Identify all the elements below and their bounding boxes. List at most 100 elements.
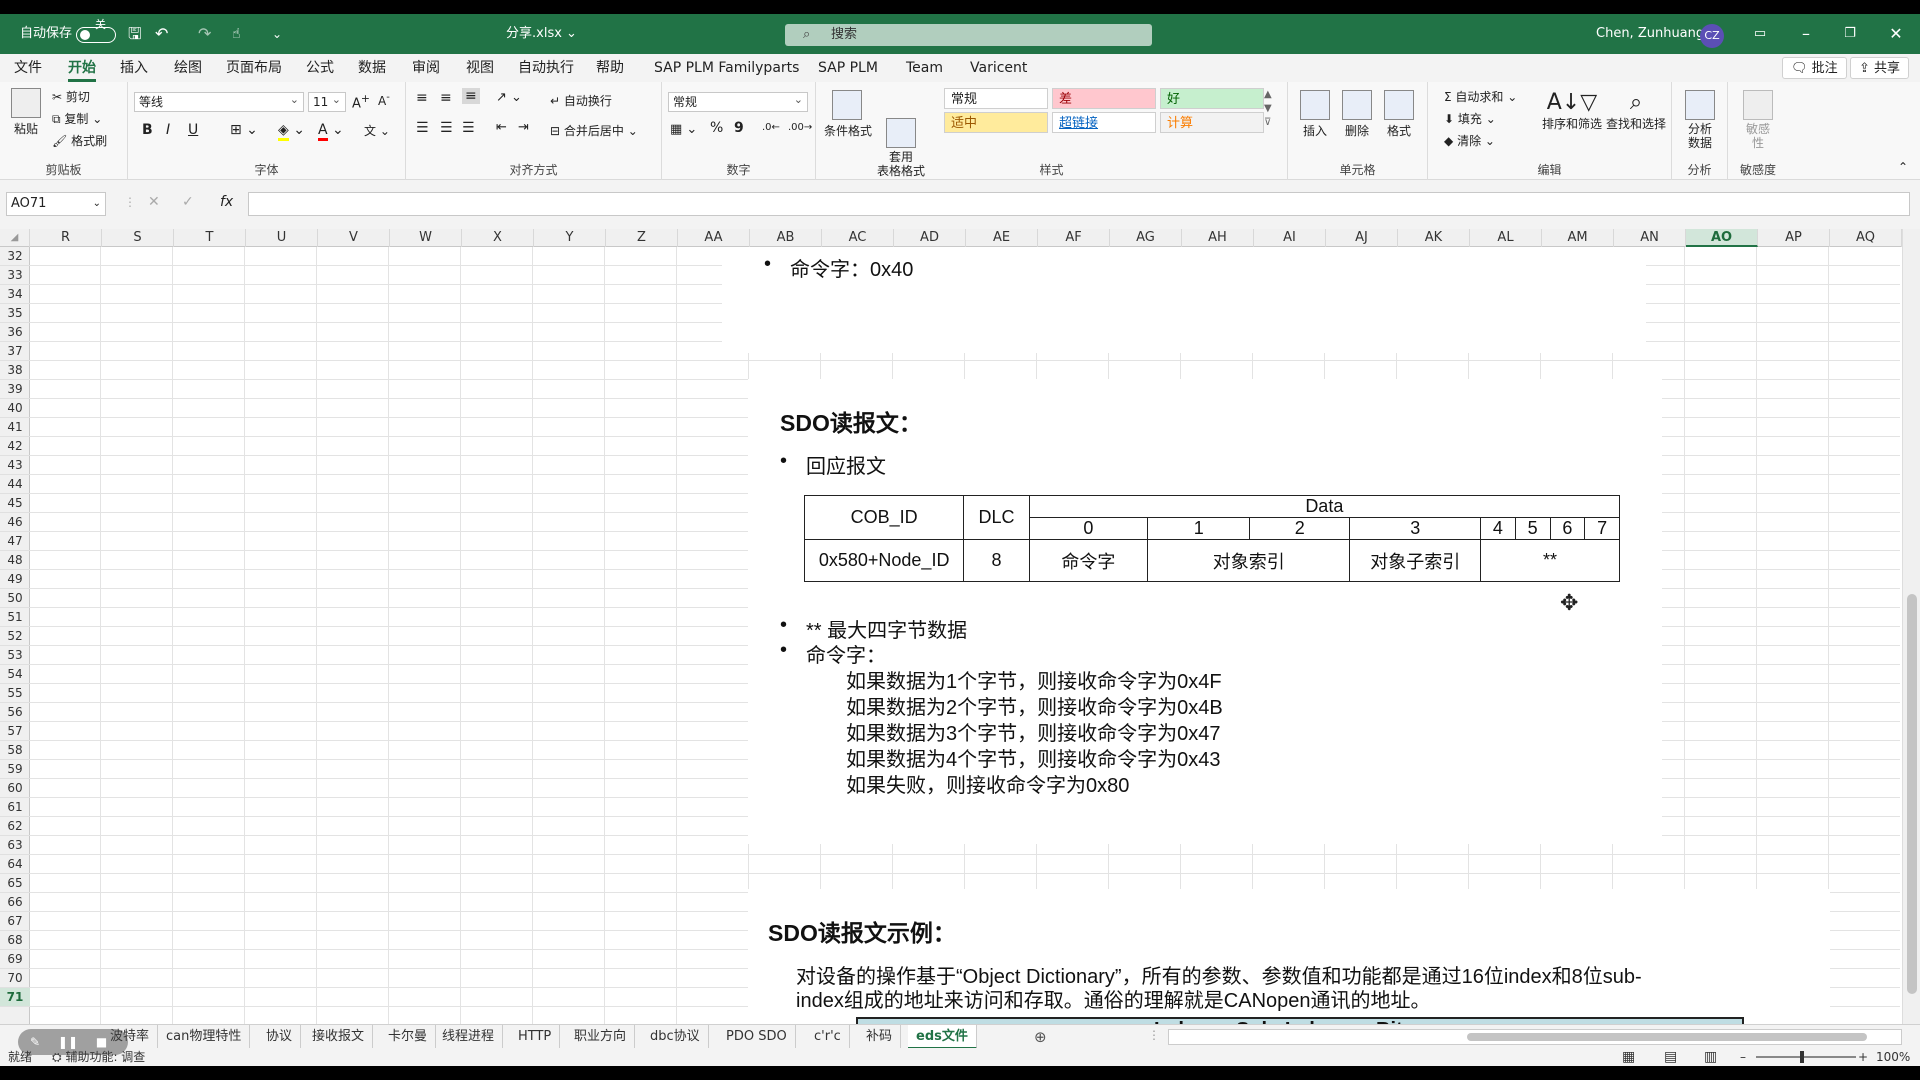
row-header[interactable]: 54 [0,665,30,684]
column-header[interactable]: S [102,229,174,247]
row-header[interactable]: 43 [0,456,30,475]
horizontal-scrollbar[interactable] [1168,1029,1902,1045]
italic-button[interactable]: I [166,122,170,138]
sheet-tab[interactable]: c'r'c [806,1025,850,1049]
tab-5[interactable]: 公式 [306,54,334,82]
row-header[interactable]: 58 [0,741,30,760]
page-break-view-icon[interactable]: ▥ [1704,1048,1717,1066]
tab-11[interactable]: SAP PLM Familyparts [654,54,799,82]
cell-style-0[interactable]: 常规 [944,88,1048,109]
row-header[interactable]: 59 [0,760,30,779]
orientation-icon[interactable]: ↗ ⌄ [496,90,522,105]
fill-button[interactable]: ⬇ 填充 ⌄ [1444,110,1496,127]
autosave-toggle[interactable]: 关 [76,18,116,43]
row-header[interactable]: 69 [0,950,30,969]
collapse-ribbon-icon[interactable]: ⌃ [1898,160,1908,174]
sheet-tab[interactable]: 线程进程 [434,1025,504,1049]
row-header[interactable]: 46 [0,513,30,532]
tab-8[interactable]: 视图 [466,54,494,82]
tab-10[interactable]: 帮助 [596,54,624,82]
touch-mode-icon[interactable]: ☝ [232,14,241,54]
sheet-tab[interactable]: 职业方向 [566,1025,636,1049]
conditional-format-button[interactable]: 条件格式 [824,90,872,139]
save-icon[interactable]: 🖫 [128,14,142,54]
tab-1[interactable]: 开始 [68,54,96,82]
column-header[interactable]: AF [1038,229,1110,247]
zoom-slider-thumb[interactable] [1800,1051,1804,1063]
column-header[interactable]: T [174,229,246,247]
column-header[interactable]: AI [1254,229,1326,247]
row-header[interactable]: 55 [0,684,30,703]
paste-button[interactable]: 粘贴 [8,88,44,137]
row-header[interactable]: 49 [0,570,30,589]
column-header[interactable]: R [30,229,102,247]
row-header[interactable]: 62 [0,817,30,836]
align-left-icon[interactable]: ☰ [416,120,429,136]
column-header[interactable]: X [462,229,534,247]
search-box[interactable]: ⌕ 搜索 [785,24,1152,46]
find-select-button[interactable]: ⌕ 查找和选择 [1604,90,1668,132]
sheet-tab[interactable]: can物理特性 [158,1025,251,1049]
insert-function-button[interactable]: fx [220,194,233,210]
format-cells-button[interactable]: 格式 [1380,90,1418,139]
row-header[interactable]: 60 [0,779,30,798]
increase-indent-icon[interactable]: ⇥ [518,120,529,135]
fill-color-icon[interactable]: ◈ ⌄ [278,122,305,141]
sheet-tab[interactable]: dbc协议 [642,1025,709,1049]
media-controls-overlay[interactable]: ✎ ❚❚ ■ [18,1029,128,1055]
column-header[interactable]: AA [678,229,750,247]
font-name-select[interactable]: 等线 [134,91,304,112]
tab-14[interactable]: Varicent [970,54,1027,82]
undo-icon[interactable]: ↶ [155,14,168,54]
ribbon-display-icon[interactable]: ▭ [1740,14,1780,54]
column-header[interactable]: V [318,229,390,247]
row-header[interactable]: 44 [0,475,30,494]
column-header[interactable]: AG [1110,229,1182,247]
cell-style-1[interactable]: 差 [1052,88,1156,109]
cell-style-3[interactable]: 适中 [944,112,1048,133]
zoom-slider[interactable] [1756,1056,1856,1058]
font-size-select[interactable]: 11 [308,91,346,112]
add-sheet-icon[interactable]: ⊕ [1034,1028,1047,1046]
align-top-icon[interactable]: ≡ [416,90,428,106]
row-header[interactable]: 42 [0,437,30,456]
row-header[interactable]: 41 [0,418,30,437]
sheet-tab[interactable]: 补码 [858,1025,902,1049]
borders-icon[interactable]: ⊞ ⌄ [230,122,258,138]
tab-9[interactable]: 自动执行 [518,54,574,82]
tab-13[interactable]: Team [906,54,943,82]
row-header[interactable]: 45 [0,494,30,513]
comma-button[interactable]: 9 [734,120,744,136]
slide-image-sdo-example[interactable]: SDO读报文示例： 对设备的操作基于“Object Dictionary”，所有… [748,889,1830,1037]
row-header[interactable]: 39 [0,380,30,399]
wrap-text-button[interactable]: ↵ 自动换行 [550,92,612,109]
cell-style-5[interactable]: 计算 [1160,112,1264,133]
row-header[interactable]: 53 [0,646,30,665]
row-header[interactable]: 56 [0,703,30,722]
tab-3[interactable]: 绘图 [174,54,202,82]
column-header[interactable]: AL [1470,229,1542,247]
row-header[interactable]: 38 [0,361,30,380]
sensitivity-button[interactable]: 敏感 性 [1736,90,1780,150]
tab-6[interactable]: 数据 [358,54,386,82]
cell-style-4[interactable]: 超链接 [1052,112,1156,133]
row-header[interactable]: 64 [0,855,30,874]
tab-4[interactable]: 页面布局 [226,54,282,82]
comments-button[interactable]: 🗨 批注 [1782,57,1847,79]
tab-7[interactable]: 审阅 [412,54,440,82]
customize-qat-icon[interactable]: ⌄ [272,14,282,54]
clear-button[interactable]: ◆ 清除 ⌄ [1444,132,1495,149]
align-center-icon[interactable]: ☰ [440,120,453,136]
cut-button[interactable]: ✂ 剪切 [52,88,90,105]
cancel-icon[interactable]: ✕ [148,194,160,210]
column-header[interactable]: W [390,229,462,247]
gallery-scroll-icon[interactable]: ▲ ▼ ⊽ [1264,88,1272,130]
normal-view-icon[interactable]: ▦ [1622,1048,1635,1066]
restore-icon[interactable]: ❐ [1830,14,1870,54]
merge-center-button[interactable]: ⊟ 合并后居中 ⌄ [550,122,638,139]
column-header[interactable]: AJ [1326,229,1398,247]
file-name[interactable]: 分享.xlsx ⌄ [506,14,577,54]
column-header[interactable]: AO [1686,229,1758,247]
sheet-tab[interactable]: PDO SDO [718,1025,796,1049]
close-icon[interactable]: ✕ [1876,14,1916,54]
